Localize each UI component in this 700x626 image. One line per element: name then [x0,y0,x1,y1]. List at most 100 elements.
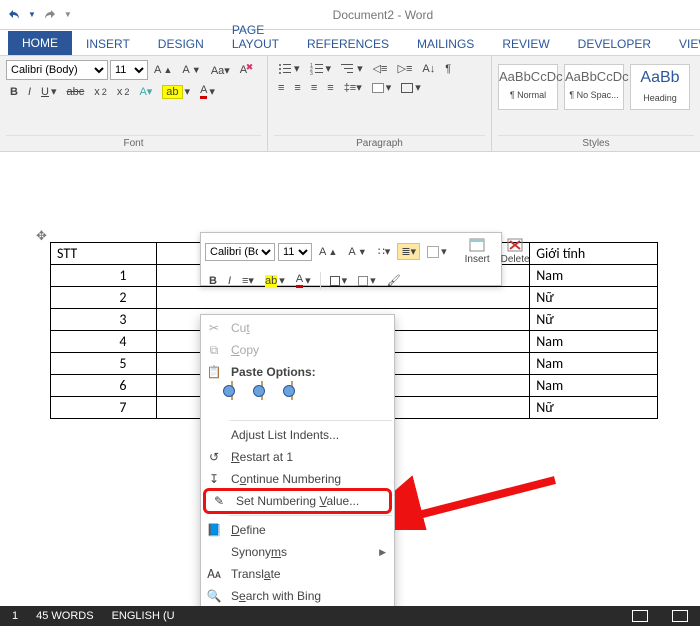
mini-bullets[interactable]: ∷▾ [374,243,395,260]
mini-font-size[interactable]: 11 [278,243,312,261]
bold-button[interactable]: B [6,84,22,100]
paste-merge-icon[interactable] [261,385,285,413]
tab-references[interactable]: REFERENCES [293,32,403,55]
decrease-indent-button[interactable]: ◁≡ [369,60,392,77]
tab-developer[interactable]: DEVELOPER [564,32,665,55]
status-lang[interactable]: ENGLISH (U [112,610,175,622]
mini-highlight[interactable]: ab▾ [261,272,289,289]
numbering-button[interactable]: 123▾ [306,60,336,77]
italic-button[interactable]: I [24,84,35,100]
status-words[interactable]: 45 WORDS [36,610,93,622]
mini-format-painter[interactable]: 🖌 [383,272,405,289]
shrink-font-button[interactable]: A▼ [178,62,204,78]
view-read-icon[interactable] [632,610,648,622]
mini-shading[interactable]: ▾ [354,272,380,289]
mini-bold[interactable]: B [205,273,221,289]
font-size-select[interactable]: 11 [110,60,148,80]
superscript-button[interactable]: x2 [113,84,134,100]
document-area: ✥ Calibri (Bo 11 A▲ A▼ ∷▾ ≣▾ ▾ Insert De… [0,152,700,606]
mini-grow-font[interactable]: A▲ [315,244,341,260]
title-bar: ▼ ▼ Document2 - Word [0,0,700,30]
status-page[interactable]: 1 [12,610,18,622]
grow-font-button[interactable]: A▲ [150,62,176,78]
table-move-handle-icon[interactable]: ✥ [36,228,47,244]
mini-insert-button[interactable]: Insert [461,236,494,267]
underline-button[interactable]: U▾ [37,83,60,100]
mini-align[interactable]: ≡▾ [238,272,258,289]
font-color-button[interactable]: A▾ [196,82,219,101]
tab-mailings[interactable]: MAILINGS [403,32,488,55]
style-heading[interactable]: AaBbHeading [630,64,690,110]
ctx-continue-numbering[interactable]: ↧ Continue Numbering [201,468,394,490]
mini-font-color[interactable]: A▾ [292,271,315,290]
ctx-copy: ⧉ Copy [201,339,394,361]
sort-button[interactable]: A↓ [418,61,439,77]
svg-text:3: 3 [310,71,313,75]
group-font: Calibri (Body) 11 A▲ A▼ Aa▾ A✖ B I U▾ ab… [0,56,268,151]
align-center-button[interactable]: ≡ [290,80,304,96]
ribbon-tabs: HOME INSERT DESIGN PAGE LAYOUT REFERENCE… [0,30,700,56]
clear-formatting-button[interactable]: A✖ [236,62,251,78]
group-styles: AaBbCcDc¶ Normal AaBbCcDc¶ No Spac... Aa… [492,56,700,151]
increase-indent-button[interactable]: ▷≡ [393,60,416,77]
strikethrough-button[interactable]: abc [63,84,89,100]
tab-insert[interactable]: INSERT [72,32,144,55]
view-print-icon[interactable] [672,610,688,622]
qat-customize-icon[interactable]: ▼ [64,10,72,19]
group-styles-label: Styles [498,135,694,149]
subscript-button[interactable]: x2 [90,84,111,100]
highlight-button[interactable]: ab▾ [158,83,194,101]
tab-page-layout[interactable]: PAGE LAYOUT [218,18,293,55]
mini-shrink-font[interactable]: A▼ [344,244,370,260]
tab-home[interactable]: HOME [8,31,72,55]
shading-button[interactable]: ▾ [368,79,396,96]
header-gt[interactable]: Giới tính [530,243,658,265]
ctx-set-numbering-value[interactable]: ✎ Set Numbering Value... [203,488,392,514]
style-normal[interactable]: AaBbCcDc¶ Normal [498,64,558,110]
ctx-search-bing[interactable]: 🔍 Search with Bing [201,585,394,606]
copy-icon: ⧉ [205,341,223,359]
paste-text-only-icon[interactable] [291,385,315,413]
ctx-synonyms[interactable]: Synonyms ▶ [201,541,394,563]
group-font-label: Font [6,135,261,149]
align-right-button[interactable]: ≡ [307,80,321,96]
define-icon: 📘 [205,521,223,539]
qat-dropdown-icon[interactable]: ▼ [28,10,36,19]
show-marks-button[interactable]: ¶ [441,61,455,77]
font-name-select[interactable]: Calibri (Body) [6,60,108,80]
ctx-adjust-indents[interactable]: Adjust List Indents... [201,424,394,446]
bullets-button[interactable]: ▾ [274,60,304,77]
multilevel-list-button[interactable]: ▾ [337,60,367,77]
group-paragraph-label: Paragraph [274,135,485,149]
line-spacing-button[interactable]: ‡≡▾ [340,79,366,96]
align-left-button[interactable]: ≡ [274,80,288,96]
tab-view[interactable]: VIEW [665,32,700,55]
style-no-spacing[interactable]: AaBbCcDc¶ No Spac... [564,64,624,110]
mini-styles[interactable]: ▾ [423,243,451,260]
tab-design[interactable]: DESIGN [144,32,218,55]
mini-borders[interactable]: ▾ [326,272,352,289]
paste-keep-source-icon[interactable] [231,385,255,413]
mini-delete-button[interactable]: Delete [497,236,534,267]
search-icon: 🔍 [205,587,223,605]
submenu-arrow-icon: ▶ [379,547,386,558]
status-bar: 1 45 WORDS ENGLISH (U [0,606,700,626]
ctx-define[interactable]: 📘 Define [201,519,394,541]
undo-icon[interactable] [6,7,22,23]
mini-numbering[interactable]: ≣▾ [397,243,420,260]
redo-icon[interactable] [42,7,58,23]
ctx-restart-at-1[interactable]: ↺ Restart at 1 [201,446,394,468]
mini-toolbar: Calibri (Bo 11 A▲ A▼ ∷▾ ≣▾ ▾ Insert Dele… [200,232,502,286]
text-effects-button[interactable]: A▾ [135,83,156,100]
ctx-paste-header: 📋 Paste Options: [201,361,394,383]
ribbon: Calibri (Body) 11 A▲ A▼ Aa▾ A✖ B I U▾ ab… [0,56,700,152]
tab-review[interactable]: REVIEW [488,32,563,55]
header-stt[interactable]: STT [51,243,157,265]
paste-options [201,383,394,417]
mini-italic[interactable]: I [224,273,235,289]
ctx-translate[interactable]: 🗛 Translate [201,563,394,585]
mini-font-name[interactable]: Calibri (Bo [205,243,275,261]
change-case-button[interactable]: Aa▾ [207,62,234,79]
borders-button[interactable]: ▾ [397,79,425,96]
justify-button[interactable]: ≡ [323,80,337,96]
